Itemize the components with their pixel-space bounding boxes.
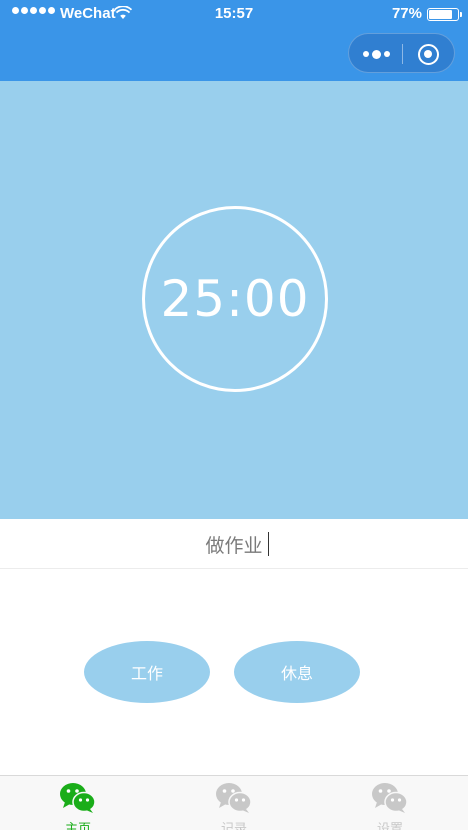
close-mini-program-icon[interactable] <box>418 44 439 65</box>
timer-panel: 25:00 <box>0 81 468 519</box>
wechat-chat-icon <box>372 783 408 813</box>
tab-settings[interactable]: 设置 <box>312 776 468 830</box>
battery-icon <box>427 8 462 21</box>
rest-button[interactable]: 休息 <box>234 641 360 703</box>
work-button[interactable]: 工作 <box>84 641 210 703</box>
timer-display: 25:00 <box>160 270 310 328</box>
tab-records[interactable]: 记录 <box>156 776 312 830</box>
battery-percent: 77% <box>391 5 422 22</box>
wechat-chat-icon <box>60 783 96 813</box>
tab-records-label: 记录 <box>220 822 247 830</box>
capsule-divider <box>402 44 403 64</box>
timer-ring: 25:00 <box>142 206 328 392</box>
status-bar: WeChat 15:57 77% <box>0 0 468 28</box>
tab-settings-label: 设置 <box>376 822 403 830</box>
task-input-row <box>0 519 468 569</box>
more-options-icon[interactable] <box>363 48 391 60</box>
tab-home-label: 主页 <box>64 822 91 830</box>
mini-program-capsule <box>348 33 455 73</box>
tab-bar: 主页 记录 设置 <box>0 775 468 830</box>
navigation-bar: WeChat 15:57 77% <box>0 0 468 81</box>
task-input[interactable] <box>0 519 468 569</box>
tab-home[interactable]: 主页 <box>0 776 156 830</box>
app-screen: WeChat 15:57 77% 25:00 做作业 工作 休息 主页 记录 设… <box>0 0 468 830</box>
wechat-chat-icon <box>216 783 252 813</box>
text-cursor <box>268 532 269 556</box>
